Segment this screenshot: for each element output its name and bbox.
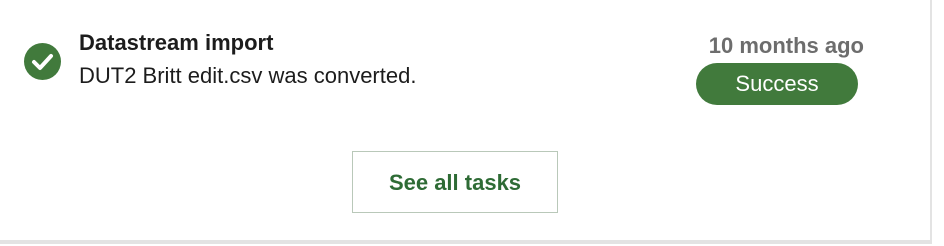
task-timestamp: 10 months ago xyxy=(708,33,864,58)
see-all-tasks-button[interactable]: See all tasks xyxy=(352,151,558,213)
task-text: Datastream import DUT2 Britt edit.csv wa… xyxy=(79,28,416,94)
check-circle-icon xyxy=(24,43,61,80)
task-item: Datastream import DUT2 Britt edit.csv wa… xyxy=(24,28,864,108)
task-message: DUT2 Britt edit.csv was converted. xyxy=(79,63,417,88)
task-meta: 10 months ago xyxy=(664,31,864,61)
task-title: Datastream import xyxy=(79,30,274,55)
status-badge: Success xyxy=(696,63,858,105)
task-panel: Datastream import DUT2 Britt edit.csv wa… xyxy=(0,0,932,244)
